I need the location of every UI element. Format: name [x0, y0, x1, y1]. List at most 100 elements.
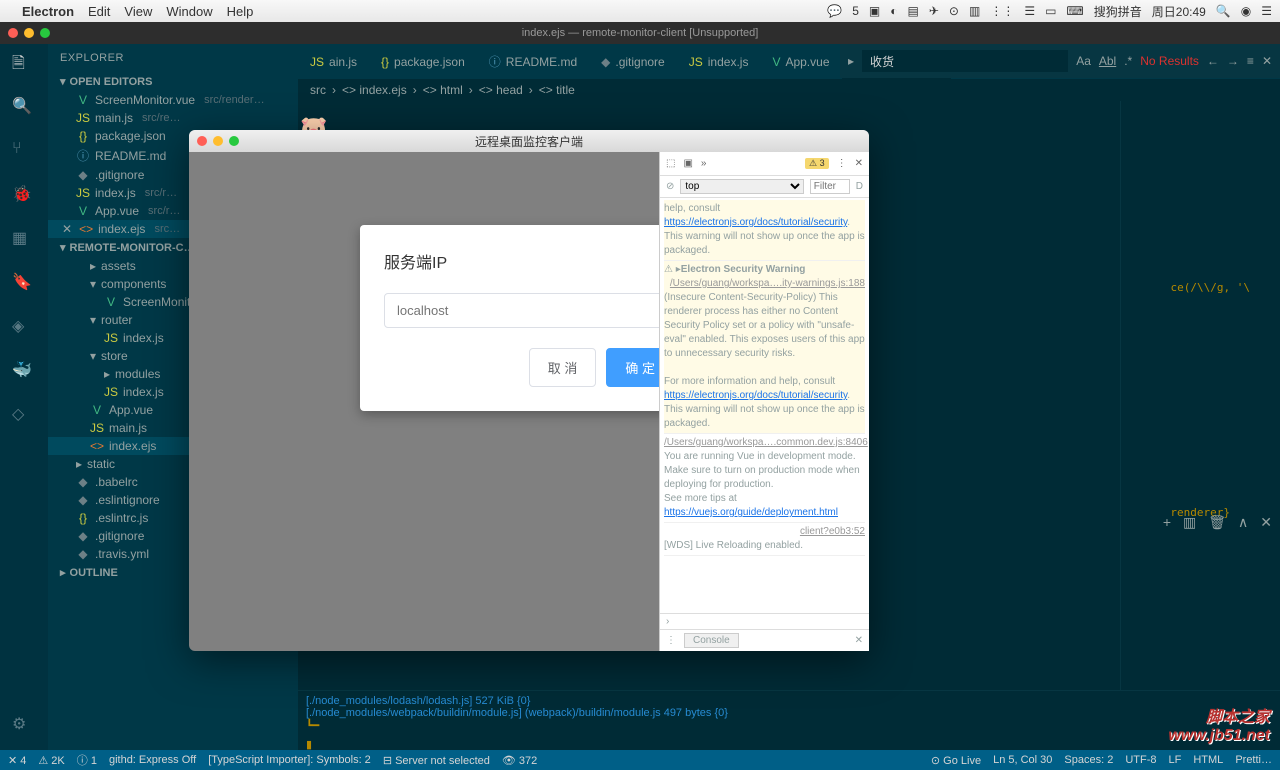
maximize-button[interactable] [229, 136, 239, 146]
siri-icon[interactable]: ◉ [1241, 4, 1251, 18]
status-views[interactable]: 👁 372 [502, 754, 537, 767]
clear-console-icon[interactable]: ⊘ [666, 181, 674, 192]
editor-tab[interactable]: VApp.vue [760, 44, 841, 79]
docker-icon[interactable]: 🐳 [12, 360, 36, 384]
open-editors-section[interactable]: ▾ OPEN EDITORS [48, 72, 298, 91]
notification-icon[interactable]: ☰ [1261, 4, 1272, 18]
regex-icon[interactable]: .* [1124, 54, 1132, 68]
server-ip-input[interactable] [384, 293, 674, 328]
clock[interactable]: 周日20:49 [1152, 3, 1206, 20]
editor-tab[interactable]: {}package.json [369, 44, 477, 79]
app-menu[interactable]: Electron [22, 4, 74, 19]
menu-view[interactable]: View [124, 4, 152, 19]
close-devtools-icon[interactable]: ✕ [855, 158, 863, 169]
open-editor-item[interactable]: JSmain.jssrc/re… [48, 109, 298, 127]
explorer-icon[interactable]: 🗎 [12, 52, 36, 76]
search-icon[interactable]: 🔍 [12, 96, 36, 120]
status-lang[interactable]: HTML [1193, 754, 1223, 767]
word-icon[interactable]: Abl [1099, 54, 1116, 68]
editor-tab[interactable]: JSindex.js [677, 44, 761, 79]
status-warnings[interactable]: ⚠ 2K [38, 754, 64, 767]
settings-icon[interactable]: ⚙ [12, 714, 36, 738]
menu-help[interactable]: Help [227, 4, 254, 19]
status-position[interactable]: Ln 5, Col 30 [993, 754, 1052, 767]
console-prompt[interactable]: › [660, 613, 869, 629]
cancel-button[interactable]: 取 消 [529, 348, 597, 387]
trash-icon[interactable]: 🗑 [1208, 514, 1226, 531]
bookmark-icon[interactable]: 🔖 [12, 272, 36, 296]
levels-label[interactable]: D [856, 181, 863, 192]
maximize-icon[interactable]: ∧ [1238, 514, 1248, 531]
extensions-icon[interactable]: ▦ [12, 228, 36, 252]
menu-window[interactable]: Window [166, 4, 212, 19]
console-tab[interactable]: Console [684, 633, 739, 648]
close-button[interactable] [197, 136, 207, 146]
selection-icon[interactable]: ≡ [1247, 54, 1254, 68]
dialog-titlebar: 远程桌面监控客户端 [189, 130, 869, 152]
status-icon[interactable]: ▣ [869, 4, 880, 18]
status-encoding[interactable]: UTF-8 [1125, 754, 1156, 767]
context-select[interactable]: top [680, 179, 803, 194]
wifi-icon[interactable]: ☰ [1024, 4, 1035, 18]
editor-tab[interactable]: ◆.gitignore [589, 44, 677, 79]
status-eol[interactable]: LF [1169, 754, 1182, 767]
status-icon[interactable]: ▤ [908, 4, 919, 18]
telegram-icon[interactable]: ✈ [929, 4, 939, 18]
watermark: 脚本之家 www.jb51.net [1168, 703, 1270, 745]
spotlight-icon[interactable]: 🔍 [1216, 4, 1231, 18]
status-server[interactable]: ⊟ Server not selected [383, 754, 490, 767]
menu-edit[interactable]: Edit [88, 4, 110, 19]
battery-icon[interactable]: ▥ [969, 4, 980, 18]
breadcrumb[interactable]: src › <> index.ejs › <> html › <> head ›… [298, 79, 1280, 101]
close-drawer-icon[interactable]: ✕ [855, 635, 863, 646]
diff-icon[interactable]: ◈ [12, 316, 36, 340]
editor-tab[interactable]: JSain.js [298, 44, 369, 79]
wechat-icon[interactable]: 💬 [827, 4, 842, 18]
close-panel-icon[interactable]: ✕ [1260, 514, 1272, 531]
next-match-icon[interactable]: → [1227, 54, 1239, 68]
toggle-replace-icon[interactable]: ▸ [848, 54, 854, 68]
inspect-icon[interactable]: ⬚ [666, 158, 675, 169]
device-icon[interactable]: ▣ [683, 158, 692, 169]
status-githd[interactable]: githd: Express Off [109, 754, 196, 766]
status-ts[interactable]: [TypeScript Importer]: Symbols: 2 [208, 754, 371, 766]
wechat-count: 5 [852, 4, 859, 18]
minimize-window-button[interactable] [24, 28, 34, 38]
case-icon[interactable]: Aa [1076, 54, 1091, 68]
console-message: ⚠ ▸Electron Security Warning/Users/guang… [664, 261, 865, 434]
source-control-icon[interactable]: ⑂ [12, 140, 36, 164]
maximize-window-button[interactable] [40, 28, 50, 38]
terminal-panel[interactable]: [./node_modules/lodash/lodash.js] 527 Ki… [298, 690, 1280, 750]
drawer-menu-icon[interactable]: ⋮ [666, 635, 676, 646]
prev-match-icon[interactable]: ← [1207, 54, 1219, 68]
warning-badge[interactable]: ⚠ 3 [805, 158, 829, 169]
gitlens-icon[interactable]: ◇ [12, 404, 36, 428]
console-message: help, consult https://electronjs.org/doc… [664, 200, 865, 261]
find-input[interactable] [862, 50, 1068, 72]
wifi-icon[interactable]: ⋮⋮ [990, 4, 1014, 18]
ime-icon[interactable]: ⌨ [1066, 4, 1083, 18]
editor-tab[interactable]: ⓘREADME.md [477, 44, 589, 79]
find-results: No Results [1140, 54, 1199, 68]
status-info[interactable]: ⓘ 1 [77, 752, 97, 768]
status-icon[interactable]: ⊙ [949, 4, 959, 18]
close-window-button[interactable] [8, 28, 18, 38]
filter-input[interactable] [810, 179, 850, 194]
macos-menubar: Electron Edit View Window Help 💬 5 ▣ ◐ ▤… [0, 0, 1280, 22]
status-prettier[interactable]: Pretti… [1235, 754, 1272, 767]
ime-label[interactable]: 搜狗拼音 [1094, 3, 1142, 20]
settings-icon[interactable]: ⋮ [837, 158, 847, 169]
debug-icon[interactable]: 🐞 [12, 184, 36, 208]
console-output[interactable]: help, consult https://electronjs.org/doc… [660, 198, 869, 613]
add-icon[interactable]: + [1163, 514, 1171, 531]
battery-icon[interactable]: ▭ [1045, 4, 1056, 18]
status-golive[interactable]: ⊙ Go Live [931, 754, 981, 767]
status-spaces[interactable]: Spaces: 2 [1064, 754, 1113, 767]
open-editor-item[interactable]: VScreenMonitor.vuesrc/render… [48, 91, 298, 109]
minimize-button[interactable] [213, 136, 223, 146]
status-errors[interactable]: ✕ 4 [8, 754, 26, 767]
split-panel-icon[interactable]: ▥ [1183, 514, 1196, 531]
more-tabs-icon[interactable]: » [701, 158, 707, 169]
status-icon[interactable]: ◐ [890, 4, 897, 18]
close-find-icon[interactable]: ✕ [1262, 54, 1272, 68]
